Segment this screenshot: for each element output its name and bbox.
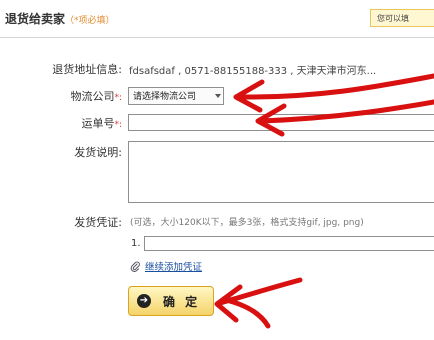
chevron-down-icon	[215, 94, 221, 98]
section-title-text: 退货给卖家	[5, 12, 66, 26]
logistics-select-value: 请选择物流公司	[133, 92, 197, 102]
annotation-arrow-logistics	[233, 73, 434, 113]
return-to-seller-form: 退货给卖家（*项必填） 您可以填 退货地址信息: fdsafsdaf , 057…	[0, 0, 434, 340]
paperclip-icon	[130, 261, 140, 272]
address-label: 退货地址信息:	[52, 63, 122, 76]
section-title: 退货给卖家（*项必填）	[5, 10, 115, 27]
add-proof-link-text: 继续添加凭证	[145, 262, 203, 273]
tracking-required-mark: *:	[114, 120, 122, 130]
annotation-arrow-confirm	[214, 277, 303, 329]
logistics-label-text: 物流公司	[70, 90, 115, 103]
confirm-button-label: 确 定	[163, 294, 201, 309]
confirm-button[interactable]: ➔ 确 定	[128, 286, 214, 316]
proof-hint: (可选，大小120K以下，最多3张，格式支持gif, jpg, png)	[130, 218, 364, 228]
arrow-right-icon: ➔	[137, 294, 151, 308]
add-proof-link[interactable]: 继续添加凭证	[130, 259, 202, 273]
address-value: fdsafsdaf , 0571-88155188-333 , 天津天津市河东.…	[129, 66, 377, 77]
tracking-label-text: 运单号	[81, 117, 115, 130]
logistics-required-mark: *:	[114, 93, 122, 103]
notice-tag: 您可以填	[370, 9, 434, 27]
file-index: 1.	[131, 238, 141, 249]
description-label: 发货说明:	[74, 146, 122, 159]
required-hint: （*项必填）	[65, 16, 115, 26]
tracking-number-input[interactable]	[128, 114, 434, 131]
header-divider	[0, 37, 434, 38]
tracking-label: 运单号*:	[81, 115, 122, 131]
logistics-label: 物流公司*:	[70, 88, 122, 104]
description-textarea[interactable]	[128, 141, 434, 203]
proof-file-input[interactable]	[144, 236, 434, 251]
proof-label: 发货凭证:	[74, 216, 122, 229]
logistics-select[interactable]: 请选择物流公司	[128, 87, 224, 105]
